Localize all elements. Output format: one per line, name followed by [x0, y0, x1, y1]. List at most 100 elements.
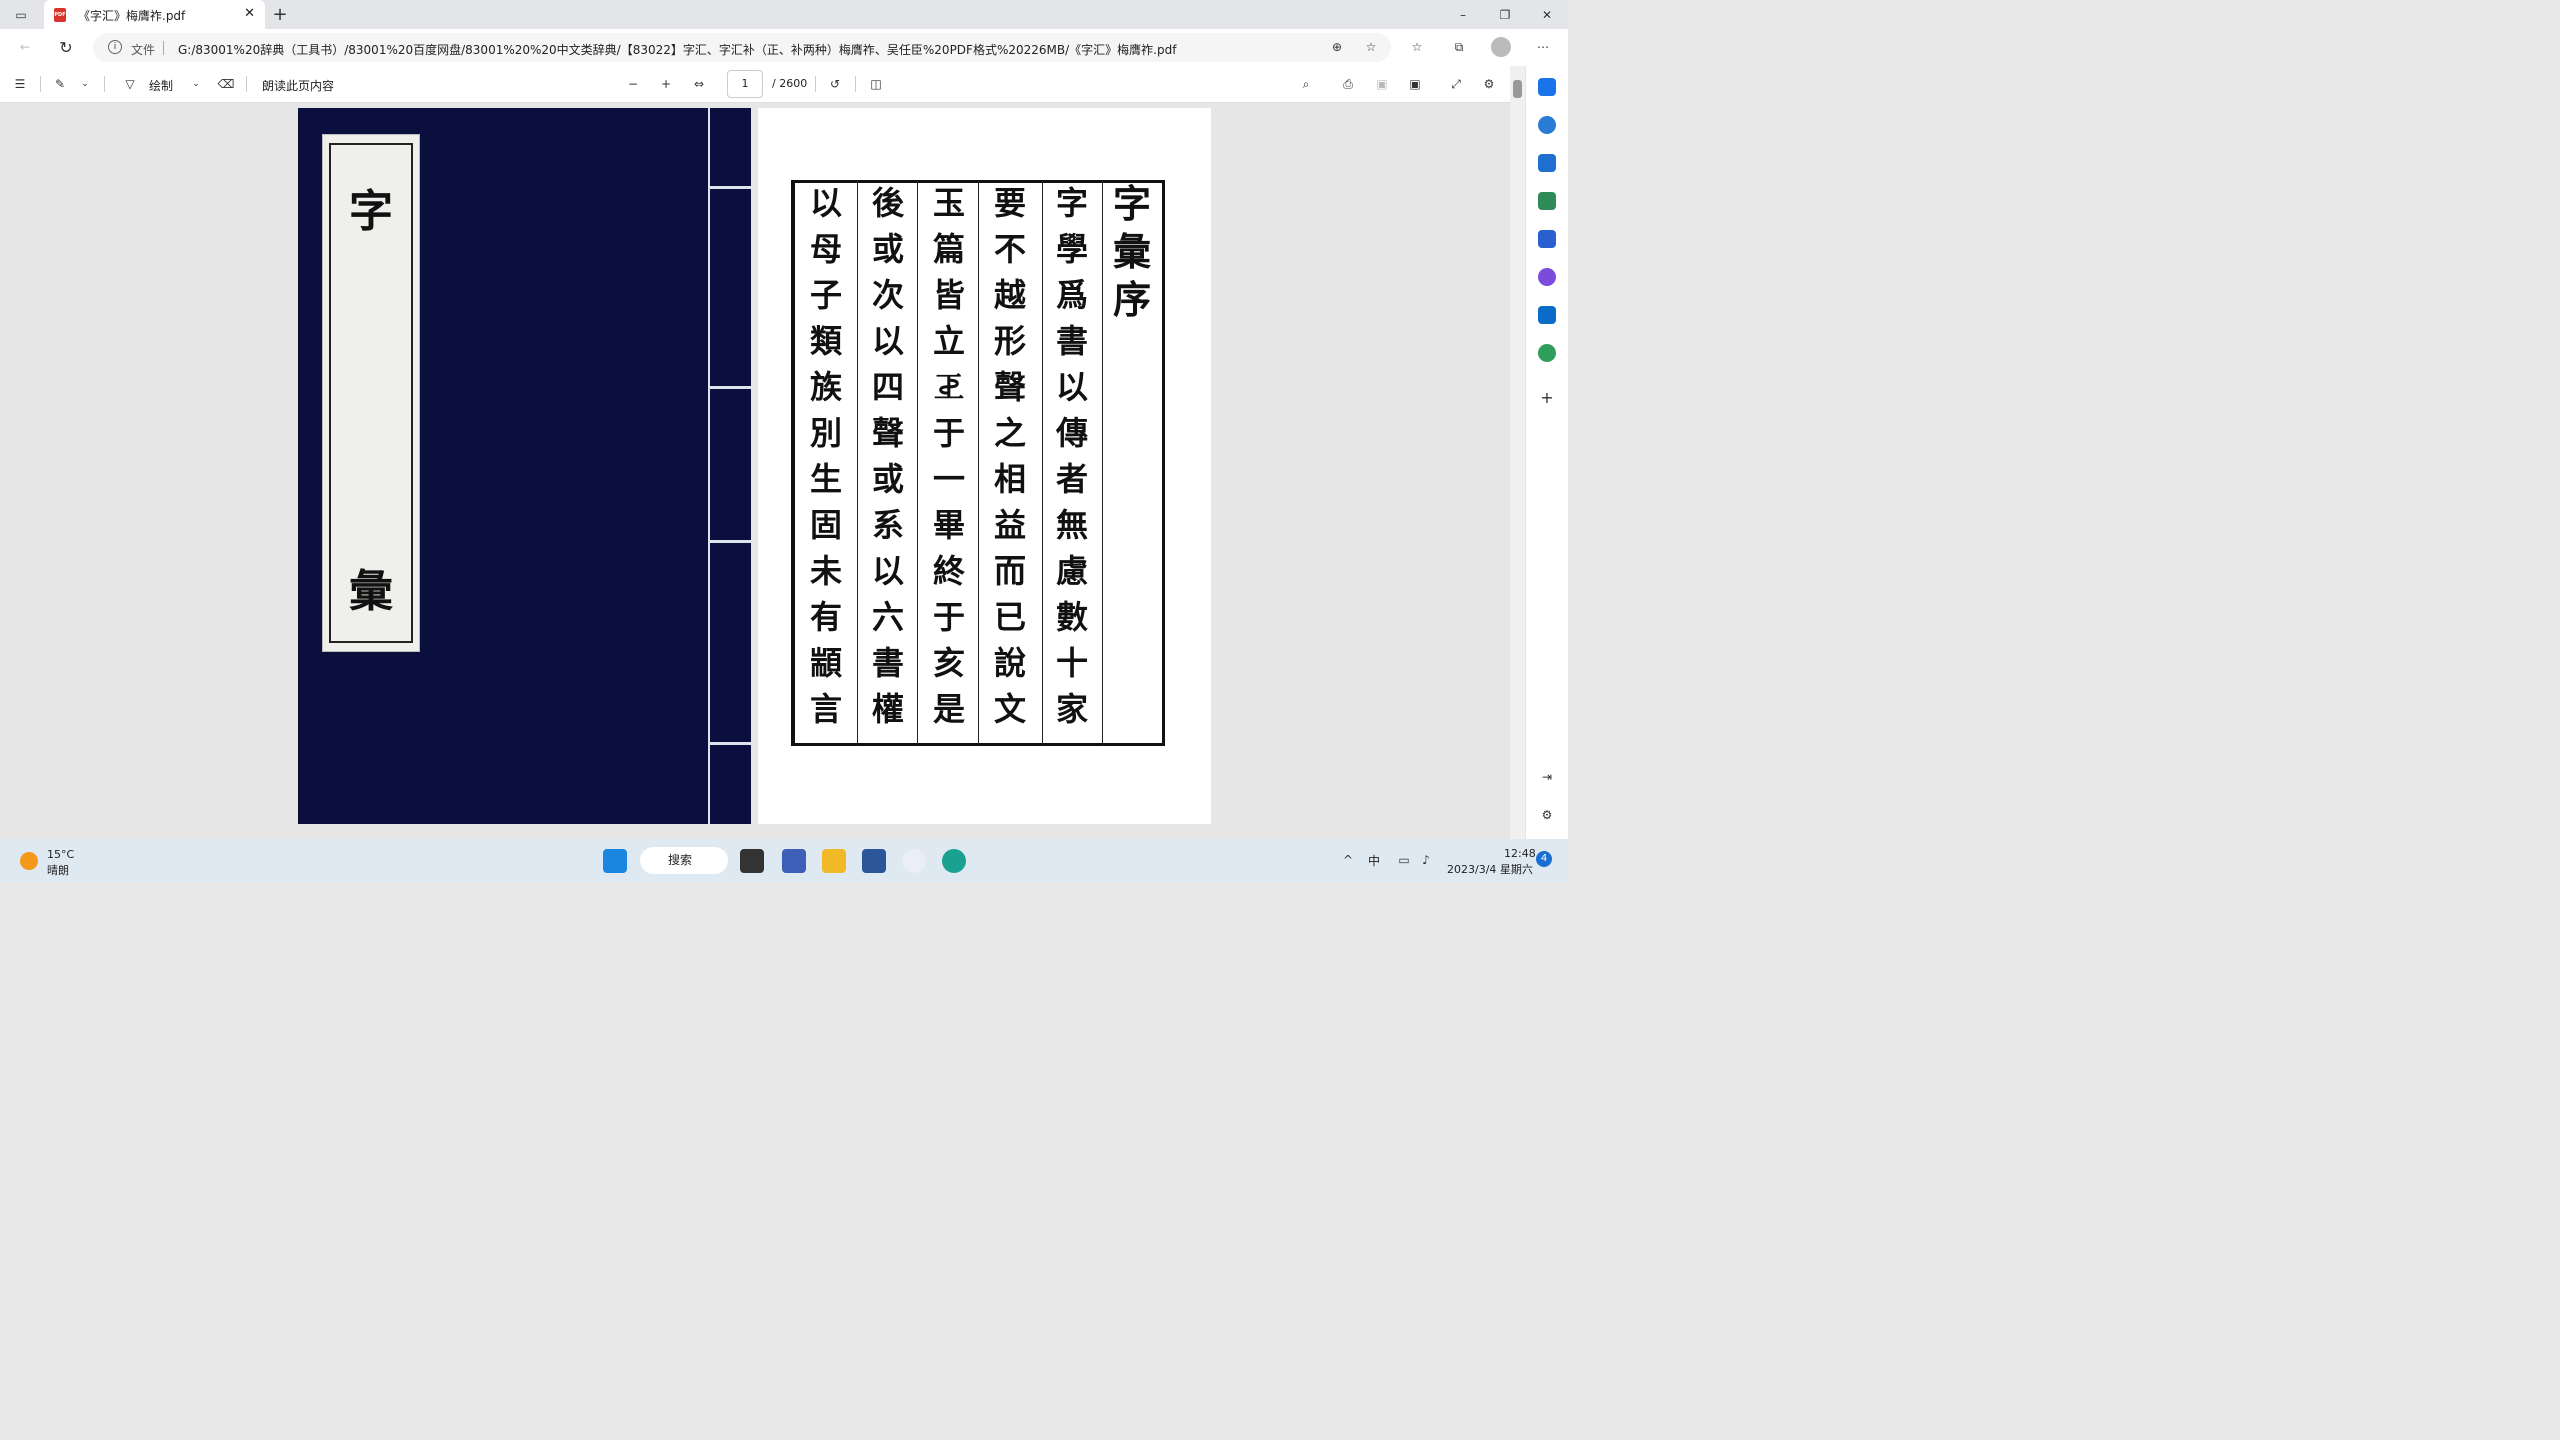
app-icon[interactable]	[902, 849, 926, 873]
collections-icon[interactable]: ⧉	[1450, 38, 1468, 56]
url-separator	[163, 41, 164, 55]
binding-thread	[708, 742, 751, 745]
close-window-icon[interactable]: ✕	[1538, 6, 1556, 24]
text-column: 玉篇皆立𢀓于一畢終于亥是	[932, 184, 965, 728]
edge-browser-icon[interactable]	[942, 849, 966, 873]
bing-chat-icon[interactable]	[1538, 116, 1556, 134]
shopping-icon[interactable]	[1538, 154, 1556, 172]
page-view-icon[interactable]: ◫	[868, 76, 884, 92]
binding-thread	[708, 186, 751, 189]
drop-icon[interactable]	[1538, 344, 1556, 362]
task-view-icon[interactable]	[740, 849, 764, 873]
new-tab-icon[interactable]: +	[271, 4, 289, 25]
column-rule	[1042, 180, 1043, 746]
profile-avatar-icon[interactable]	[1491, 37, 1511, 57]
binding-thread	[708, 386, 751, 389]
split-screen-icon[interactable]: ⇥	[1538, 768, 1556, 786]
save-icon[interactable]: ▣	[1374, 76, 1390, 92]
close-tab-icon[interactable]: ✕	[244, 6, 255, 21]
minimize-icon[interactable]: –	[1454, 6, 1472, 24]
cover-char: 字	[349, 186, 393, 237]
print-icon[interactable]: ⎙	[1340, 76, 1356, 92]
zoom-in-icon[interactable]: +	[658, 76, 674, 92]
weather-temp[interactable]: 15°C	[47, 848, 74, 861]
restore-icon[interactable]: ❐	[1496, 6, 1514, 24]
page-total: / 2600	[772, 77, 808, 90]
binding-thread	[708, 108, 710, 824]
highlight-icon[interactable]: ✎	[52, 76, 68, 92]
pdf-toolbar: ☰ ✎ ⌄ ▽ 绘制 ⌄ ⌫ 朗读此页内容 − + ⇔ 1 / 2600 ↺ ◫…	[0, 66, 1525, 103]
edge-sidebar: + ⇥ ⚙	[1525, 66, 1568, 839]
column-rule	[1102, 180, 1103, 746]
pdf-viewer[interactable]	[0, 103, 1510, 839]
translator-app-icon[interactable]	[782, 849, 806, 873]
divider	[815, 76, 816, 92]
more-menu-icon[interactable]: ⋯	[1534, 38, 1552, 56]
notification-badge[interactable]: 4	[1536, 851, 1552, 867]
eraser-icon[interactable]: ⌫	[218, 76, 235, 92]
add-favorite-icon[interactable]: ☆	[1363, 39, 1379, 55]
binding-thread	[708, 540, 751, 543]
clock-date[interactable]: 2023/3/4 星期六	[1447, 861, 1533, 877]
fullscreen-icon[interactable]: ⤢	[1448, 76, 1464, 92]
zoom-out-icon[interactable]: −	[625, 76, 641, 92]
text-column: 要不越形聲之相益而已說文	[993, 184, 1026, 728]
clock-time[interactable]: 12:48	[1504, 847, 1536, 860]
draw-button[interactable]: 绘制	[149, 77, 173, 94]
games-icon[interactable]	[1538, 230, 1556, 248]
tab-active[interactable]: PDF 《字汇》梅膺祚.pdf ✕	[44, 0, 265, 29]
page-number-input[interactable]: 1	[727, 70, 763, 98]
settings-gear-icon[interactable]: ⚙	[1481, 76, 1497, 92]
column-rule	[978, 180, 979, 746]
word-app-icon[interactable]	[862, 849, 886, 873]
text-column: 以母子類族別生固未有顓言	[809, 184, 842, 728]
vertical-scrollbar[interactable]	[1510, 66, 1525, 839]
chevron-down-icon[interactable]: ⌄	[80, 78, 90, 90]
outlook-icon[interactable]	[1538, 306, 1556, 324]
text-column: 字學爲書以傳者無慮數十家	[1055, 184, 1088, 728]
info-icon[interactable]: i	[108, 40, 122, 54]
settings-icon[interactable]: ⚙	[1538, 806, 1556, 824]
chevron-up-icon[interactable]: ^	[1340, 852, 1356, 868]
text-column: 字彙序	[1112, 181, 1151, 322]
weather-desc[interactable]: 晴朗	[47, 862, 69, 878]
windows-start-icon[interactable]	[603, 849, 627, 873]
file-explorer-icon[interactable]	[822, 849, 846, 873]
divider	[855, 76, 856, 92]
favorites-icon[interactable]: ☆	[1408, 38, 1426, 56]
contents-icon[interactable]: ☰	[12, 76, 28, 92]
url-field[interactable]: i 文件 G:/83001%20辞典（工具书）/83001%20百度网盘/830…	[93, 33, 1391, 62]
save-as-icon[interactable]: ▣	[1407, 76, 1423, 92]
taskbar-search[interactable]: 搜索	[640, 847, 728, 874]
volume-icon[interactable]: ♪	[1418, 852, 1434, 868]
title-label: 字 彙	[322, 134, 420, 652]
address-bar: ← ↻ i 文件 G:/83001%20辞典（工具书）/83001%20百度网盘…	[0, 29, 1568, 66]
refresh-icon[interactable]: ↻	[57, 38, 75, 57]
cover-char: 彙	[349, 566, 393, 617]
url-text[interactable]: G:/83001%20辞典（工具书）/83001%20百度网盘/83001%20…	[178, 41, 1176, 58]
office-icon[interactable]	[1538, 268, 1556, 286]
add-icon[interactable]: +	[1538, 388, 1556, 407]
taskbar: 15°C 晴朗 搜索 ^ 中 ▭ ♪ 12:48 2023/3/4 星期六 4	[0, 839, 1568, 882]
weather-sun-icon[interactable]	[20, 852, 38, 870]
ime-indicator[interactable]: 中	[1368, 852, 1380, 869]
title-label-border: 字 彙	[329, 143, 413, 643]
scrollbar-thumb[interactable]	[1513, 80, 1522, 98]
zoom-icon[interactable]: ⊕	[1329, 39, 1345, 55]
rotate-icon[interactable]: ↺	[827, 76, 843, 92]
tab-title: 《字汇》梅膺祚.pdf	[78, 9, 186, 23]
tab-actions-icon[interactable]: ▭	[12, 6, 30, 24]
chevron-down-icon[interactable]: ⌄	[191, 78, 201, 90]
back-icon[interactable]: ←	[16, 38, 34, 56]
draw-icon[interactable]: ▽	[122, 76, 138, 92]
read-aloud-button[interactable]: 朗读此页内容	[262, 77, 334, 94]
fit-width-icon[interactable]: ⇔	[691, 76, 707, 92]
column-rule	[917, 180, 918, 746]
search-icon[interactable]: ⌕	[1298, 76, 1314, 92]
tools-icon[interactable]	[1538, 192, 1556, 210]
network-icon[interactable]: ▭	[1396, 852, 1412, 868]
pdf-file-icon: PDF	[54, 8, 66, 22]
column-rule	[857, 180, 858, 746]
search-label: 搜索	[668, 853, 693, 867]
search-icon[interactable]	[1538, 78, 1556, 96]
